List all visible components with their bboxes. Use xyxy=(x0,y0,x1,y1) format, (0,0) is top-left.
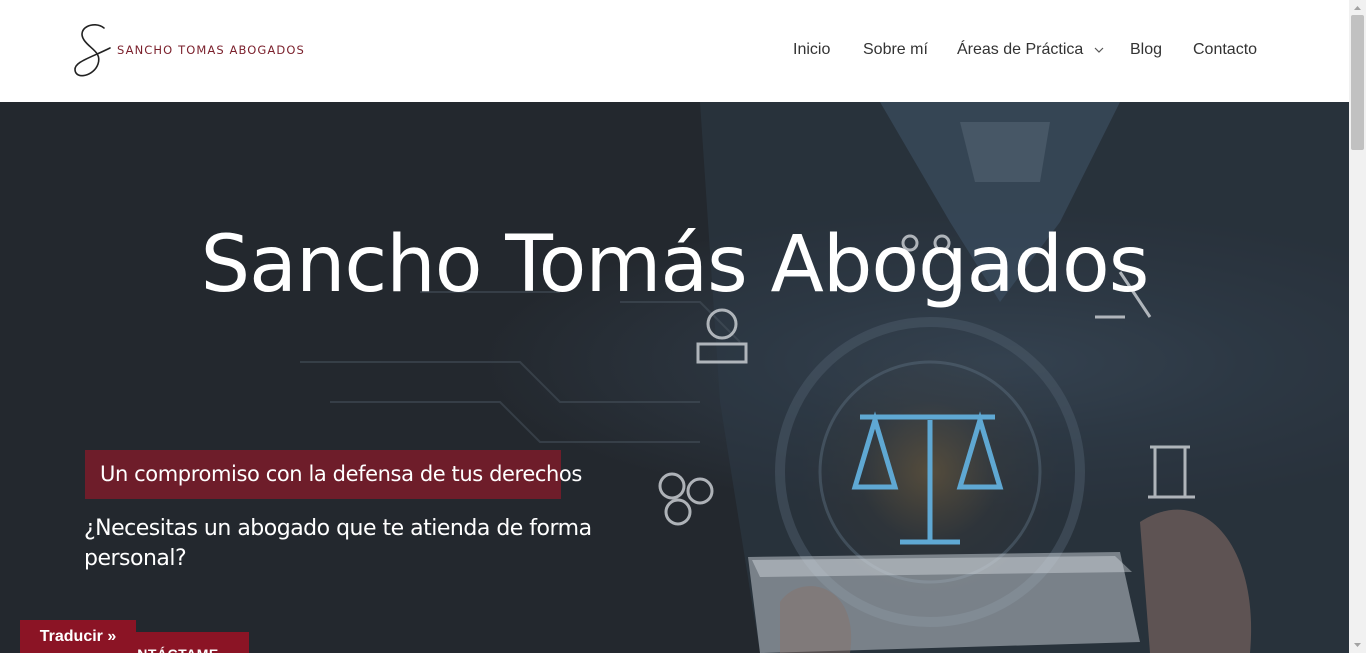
hero-title: Sancho Tomás Abogados xyxy=(200,220,1150,310)
site-header: SANCHO TOMAS ABOGADOS Inicio Sobre mí Ár… xyxy=(0,0,1349,102)
chevron-down-icon xyxy=(1094,47,1104,53)
nav-item-blog[interactable]: Blog xyxy=(1130,41,1162,59)
nav-item-areas-label: Áreas de Práctica xyxy=(957,41,1084,58)
nav-item-sobre-mi[interactable]: Sobre mí xyxy=(863,41,928,59)
scroll-up-arrow-icon[interactable] xyxy=(1349,0,1366,15)
scrollbar-thumb[interactable] xyxy=(1351,15,1364,150)
hero-tagline: Un compromiso con la defensa de tus dere… xyxy=(85,450,582,499)
nav-item-contacto[interactable]: Contacto xyxy=(1193,41,1257,59)
translate-button[interactable]: Traducir » xyxy=(20,620,136,653)
hero-question: ¿Necesitas un abogado que te atienda de … xyxy=(84,516,592,571)
scroll-down-arrow-icon[interactable] xyxy=(1349,638,1366,653)
main-nav: Inicio Sobre mí Áreas de Práctica Blog C… xyxy=(0,41,1349,63)
hero-section: Sancho Tomás Abogados Un compromiso con … xyxy=(0,102,1349,653)
nav-item-inicio[interactable]: Inicio xyxy=(793,41,830,59)
nav-item-areas-de-practica[interactable]: Áreas de Práctica xyxy=(957,41,1104,59)
